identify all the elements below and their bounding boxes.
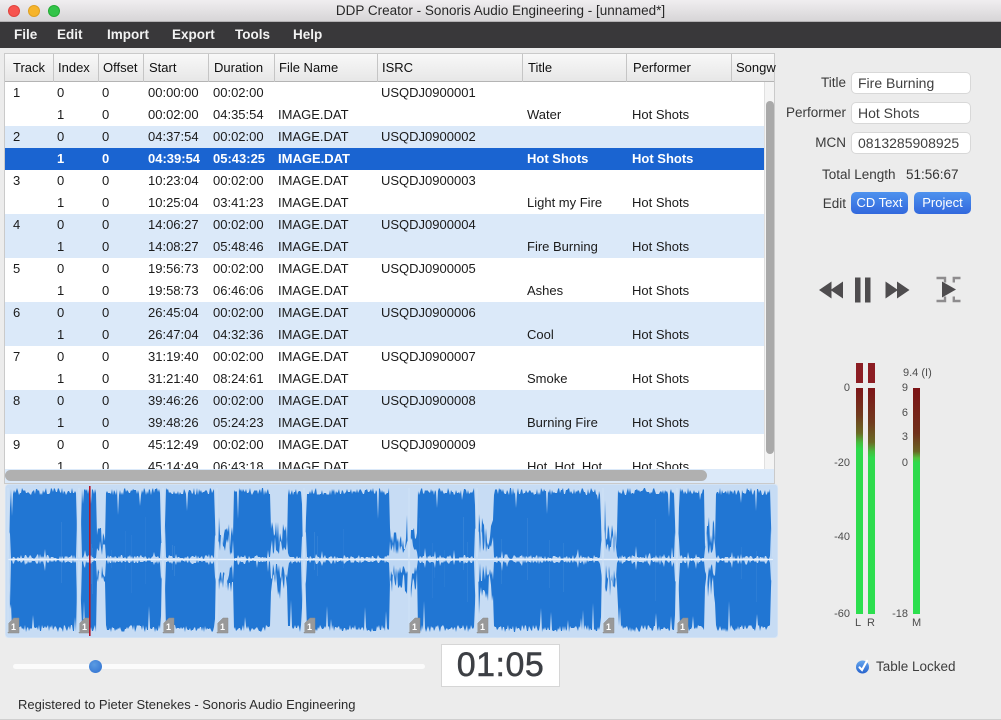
svg-text:1: 1 <box>412 622 417 632</box>
svg-text:1: 1 <box>480 622 485 632</box>
svg-text:1: 1 <box>11 622 16 632</box>
svg-text:1: 1 <box>680 622 685 632</box>
svg-text:1: 1 <box>166 622 171 632</box>
svg-text:1: 1 <box>82 622 87 632</box>
svg-text:1: 1 <box>307 622 312 632</box>
svg-text:1: 1 <box>220 622 225 632</box>
svg-text:1: 1 <box>606 622 611 632</box>
